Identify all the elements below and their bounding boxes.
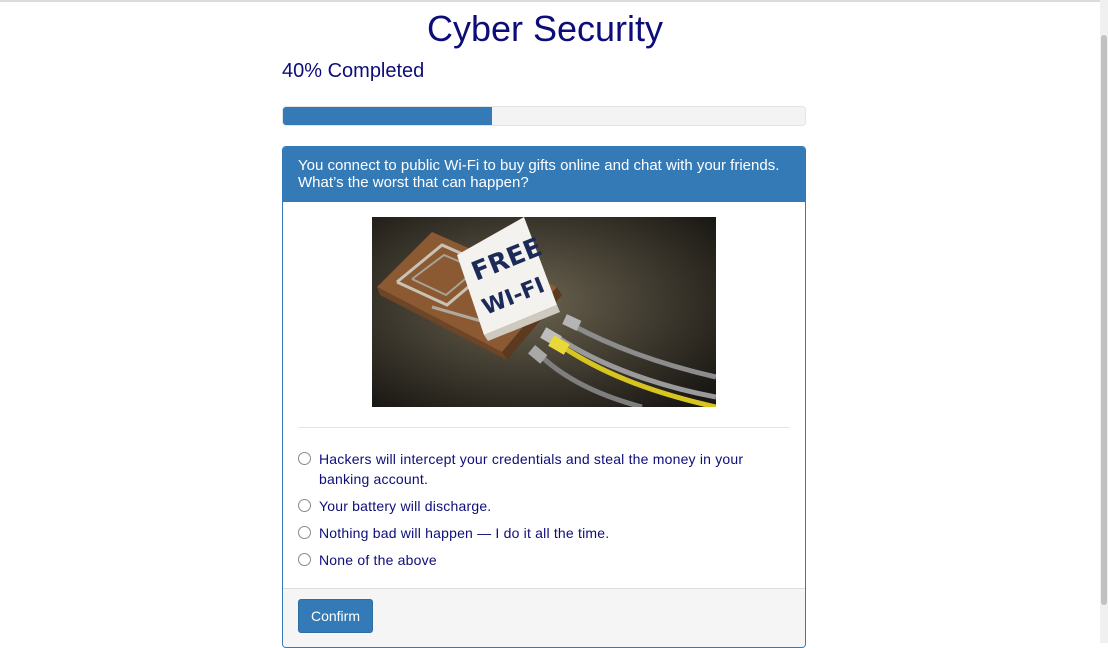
answer-option[interactable]: None of the above: [298, 550, 793, 570]
radio-button[interactable]: [298, 499, 311, 512]
answer-option-label: Your battery will discharge.: [319, 498, 492, 514]
answer-option[interactable]: Hackers will intercept your credentials …: [298, 449, 793, 489]
radio-button[interactable]: [298, 553, 311, 566]
vertical-scrollbar[interactable]: [1100, 0, 1108, 643]
progress-fill: [283, 107, 492, 125]
answer-option[interactable]: Nothing bad will happen — I do it all th…: [298, 523, 793, 543]
page-title: Cyber Security: [426, 8, 664, 49]
answer-option-label: None of the above: [319, 552, 437, 568]
answer-option-label: Nothing bad will happen — I do it all th…: [319, 525, 610, 541]
question-panel: You connect to public Wi-Fi to buy gifts…: [282, 146, 806, 648]
top-border: [0, 0, 1100, 2]
answer-option-label: Hackers will intercept your credentials …: [319, 451, 744, 487]
radio-button[interactable]: [298, 452, 311, 465]
mousetrap-free-wifi-image: FREE WI-FI: [372, 217, 717, 410]
question-heading: You connect to public Wi-Fi to buy gifts…: [283, 147, 805, 202]
progress-bar: [282, 106, 806, 126]
answer-option[interactable]: Your battery will discharge.: [298, 496, 793, 516]
answer-options: Hackers will intercept your credentials …: [298, 449, 793, 577]
confirm-button[interactable]: Confirm: [298, 599, 373, 633]
progress-text: 40% Completed: [282, 60, 425, 82]
radio-button[interactable]: [298, 526, 311, 539]
scrollbar-thumb[interactable]: [1101, 35, 1107, 605]
divider: [298, 427, 790, 428]
panel-footer: Confirm: [283, 588, 805, 647]
